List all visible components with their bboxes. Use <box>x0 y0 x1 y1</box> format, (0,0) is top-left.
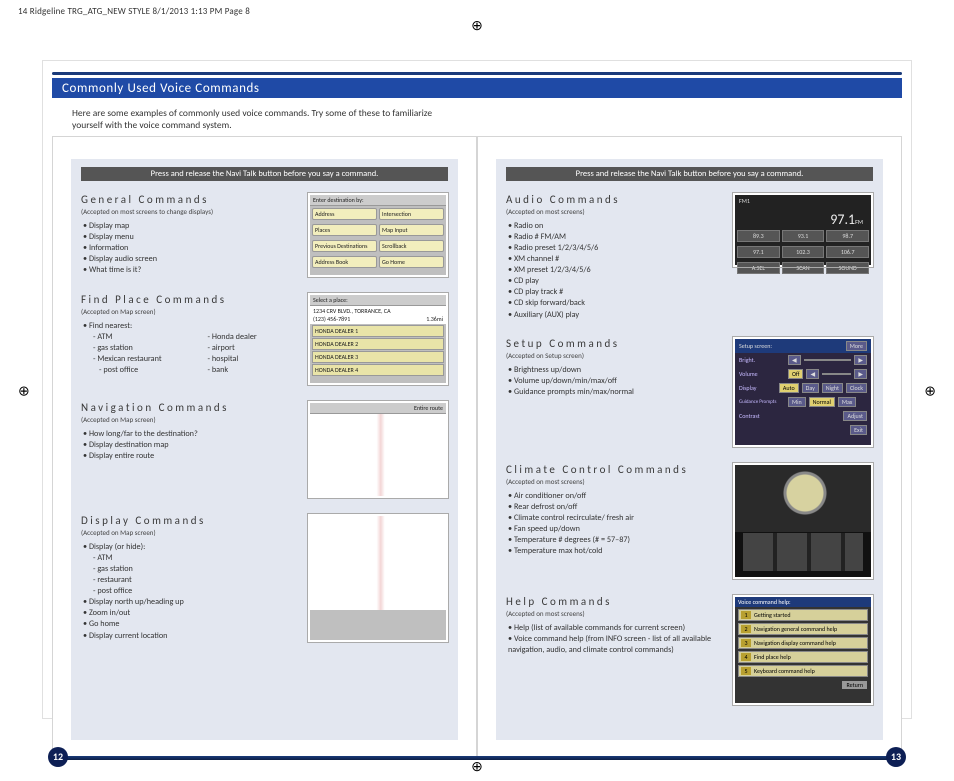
page-right-inner: Press and release the Navi Talk button b… <box>496 159 883 740</box>
general-list: Display map Display menu Information Dis… <box>81 221 296 276</box>
help-sub: (Accepted on most screens) <box>506 609 721 618</box>
findplace-cols: ATM gas station Mexican restaurant post … <box>81 332 296 376</box>
section-help: Help Commands (Accepted on most screens)… <box>506 595 873 705</box>
page-number-left: 12 <box>48 747 68 767</box>
bottom-rule <box>52 756 902 760</box>
display-list: Display (or hide): ATM gas station resta… <box>81 542 296 642</box>
navigation-screenshot: Entire route <box>308 401 448 498</box>
climate-sub: (Accepted on most screens) <box>506 477 721 486</box>
navigation-list: How long/far to the destination? Display… <box>81 429 296 462</box>
display-screenshot <box>308 514 448 642</box>
instruction-left: Press and release the Navi Talk button b… <box>81 167 448 181</box>
findplace-list: Find nearest: <box>81 321 296 332</box>
intro-text: Here are some examples of commonly used … <box>72 108 452 132</box>
findplace-screenshot: Select a place: 1234 CRV BLVD., TORRANCE… <box>308 293 448 385</box>
instruction-right: Press and release the Navi Talk button b… <box>506 167 873 181</box>
setup-heading: Setup Commands <box>506 337 721 350</box>
section-audio: Audio Commands (Accepted on most screens… <box>506 193 873 321</box>
findplace-heading: Find Place Commands <box>81 293 296 306</box>
section-findplace: Find Place Commands (Accepted on Map scr… <box>81 293 448 385</box>
climate-heading: Climate Control Commands <box>506 463 721 476</box>
page-right: Press and release the Navi Talk button b… <box>477 136 902 759</box>
setup-list: Brightness up/down Volume up/down/min/ma… <box>506 365 721 398</box>
section-climate: Climate Control Commands (Accepted on mo… <box>506 463 873 579</box>
audio-heading: Audio Commands <box>506 193 721 206</box>
general-screenshot: Enter destination by: AddressIntersectio… <box>308 193 448 277</box>
section-navigation: Navigation Commands (Accepted on Map scr… <box>81 401 448 498</box>
page-left: Press and release the Navi Talk button b… <box>52 136 477 759</box>
display-heading: Display Commands <box>81 514 296 527</box>
section-setup: Setup Commands (Accepted on Setup screen… <box>506 337 873 447</box>
setup-screenshot: Setup screen: More Bright.◀▶ VolumeOff◀▶… <box>733 337 873 447</box>
spread: Press and release the Navi Talk button b… <box>52 136 902 759</box>
top-rule <box>52 72 902 75</box>
section-display: Display Commands (Accepted on Map screen… <box>81 514 448 642</box>
climate-list: Air conditioner on/off Rear defrost on/o… <box>506 491 721 557</box>
help-screenshot: Voice command help: 1Getting started 2Na… <box>733 595 873 705</box>
registration-mark-top: ⊕ <box>471 17 483 34</box>
audio-screenshot: FM1 97.1FM 89.3 93.1 98.7 97.1 102.3 106… <box>733 193 873 267</box>
findplace-sub: (Accepted on Map screen) <box>81 307 296 316</box>
audio-sub: (Accepted on most screens) <box>506 207 721 216</box>
page-title: Commonly Used Voice Commands <box>52 78 902 98</box>
help-heading: Help Commands <box>506 595 721 608</box>
registration-mark-bottom: ⊕ <box>471 758 483 775</box>
display-sub: (Accepted on Map screen) <box>81 528 296 537</box>
map-rendering <box>310 516 446 610</box>
print-header: 14 Ridgeline TRG_ATG_NEW STYLE 8/1/2013 … <box>18 6 250 17</box>
climate-screenshot <box>733 463 873 579</box>
help-list: Help (list of available commands for cur… <box>506 623 721 656</box>
audio-list: Radio on Radio # FM/AM Radio preset 1/2/… <box>506 221 721 321</box>
page-left-inner: Press and release the Navi Talk button b… <box>71 159 458 740</box>
setup-sub: (Accepted on Setup screen) <box>506 351 721 360</box>
general-heading: General Commands <box>81 193 296 206</box>
map-rendering <box>310 414 446 496</box>
section-general: General Commands (Accepted on most scree… <box>81 193 448 277</box>
navigation-heading: Navigation Commands <box>81 401 296 414</box>
page-number-right: 13 <box>886 747 906 767</box>
navigation-sub: (Accepted on Map screen) <box>81 415 296 424</box>
general-sub: (Accepted on most screens to change disp… <box>81 207 296 216</box>
registration-mark-left: ⊕ <box>18 382 30 399</box>
registration-mark-right: ⊕ <box>924 382 936 399</box>
